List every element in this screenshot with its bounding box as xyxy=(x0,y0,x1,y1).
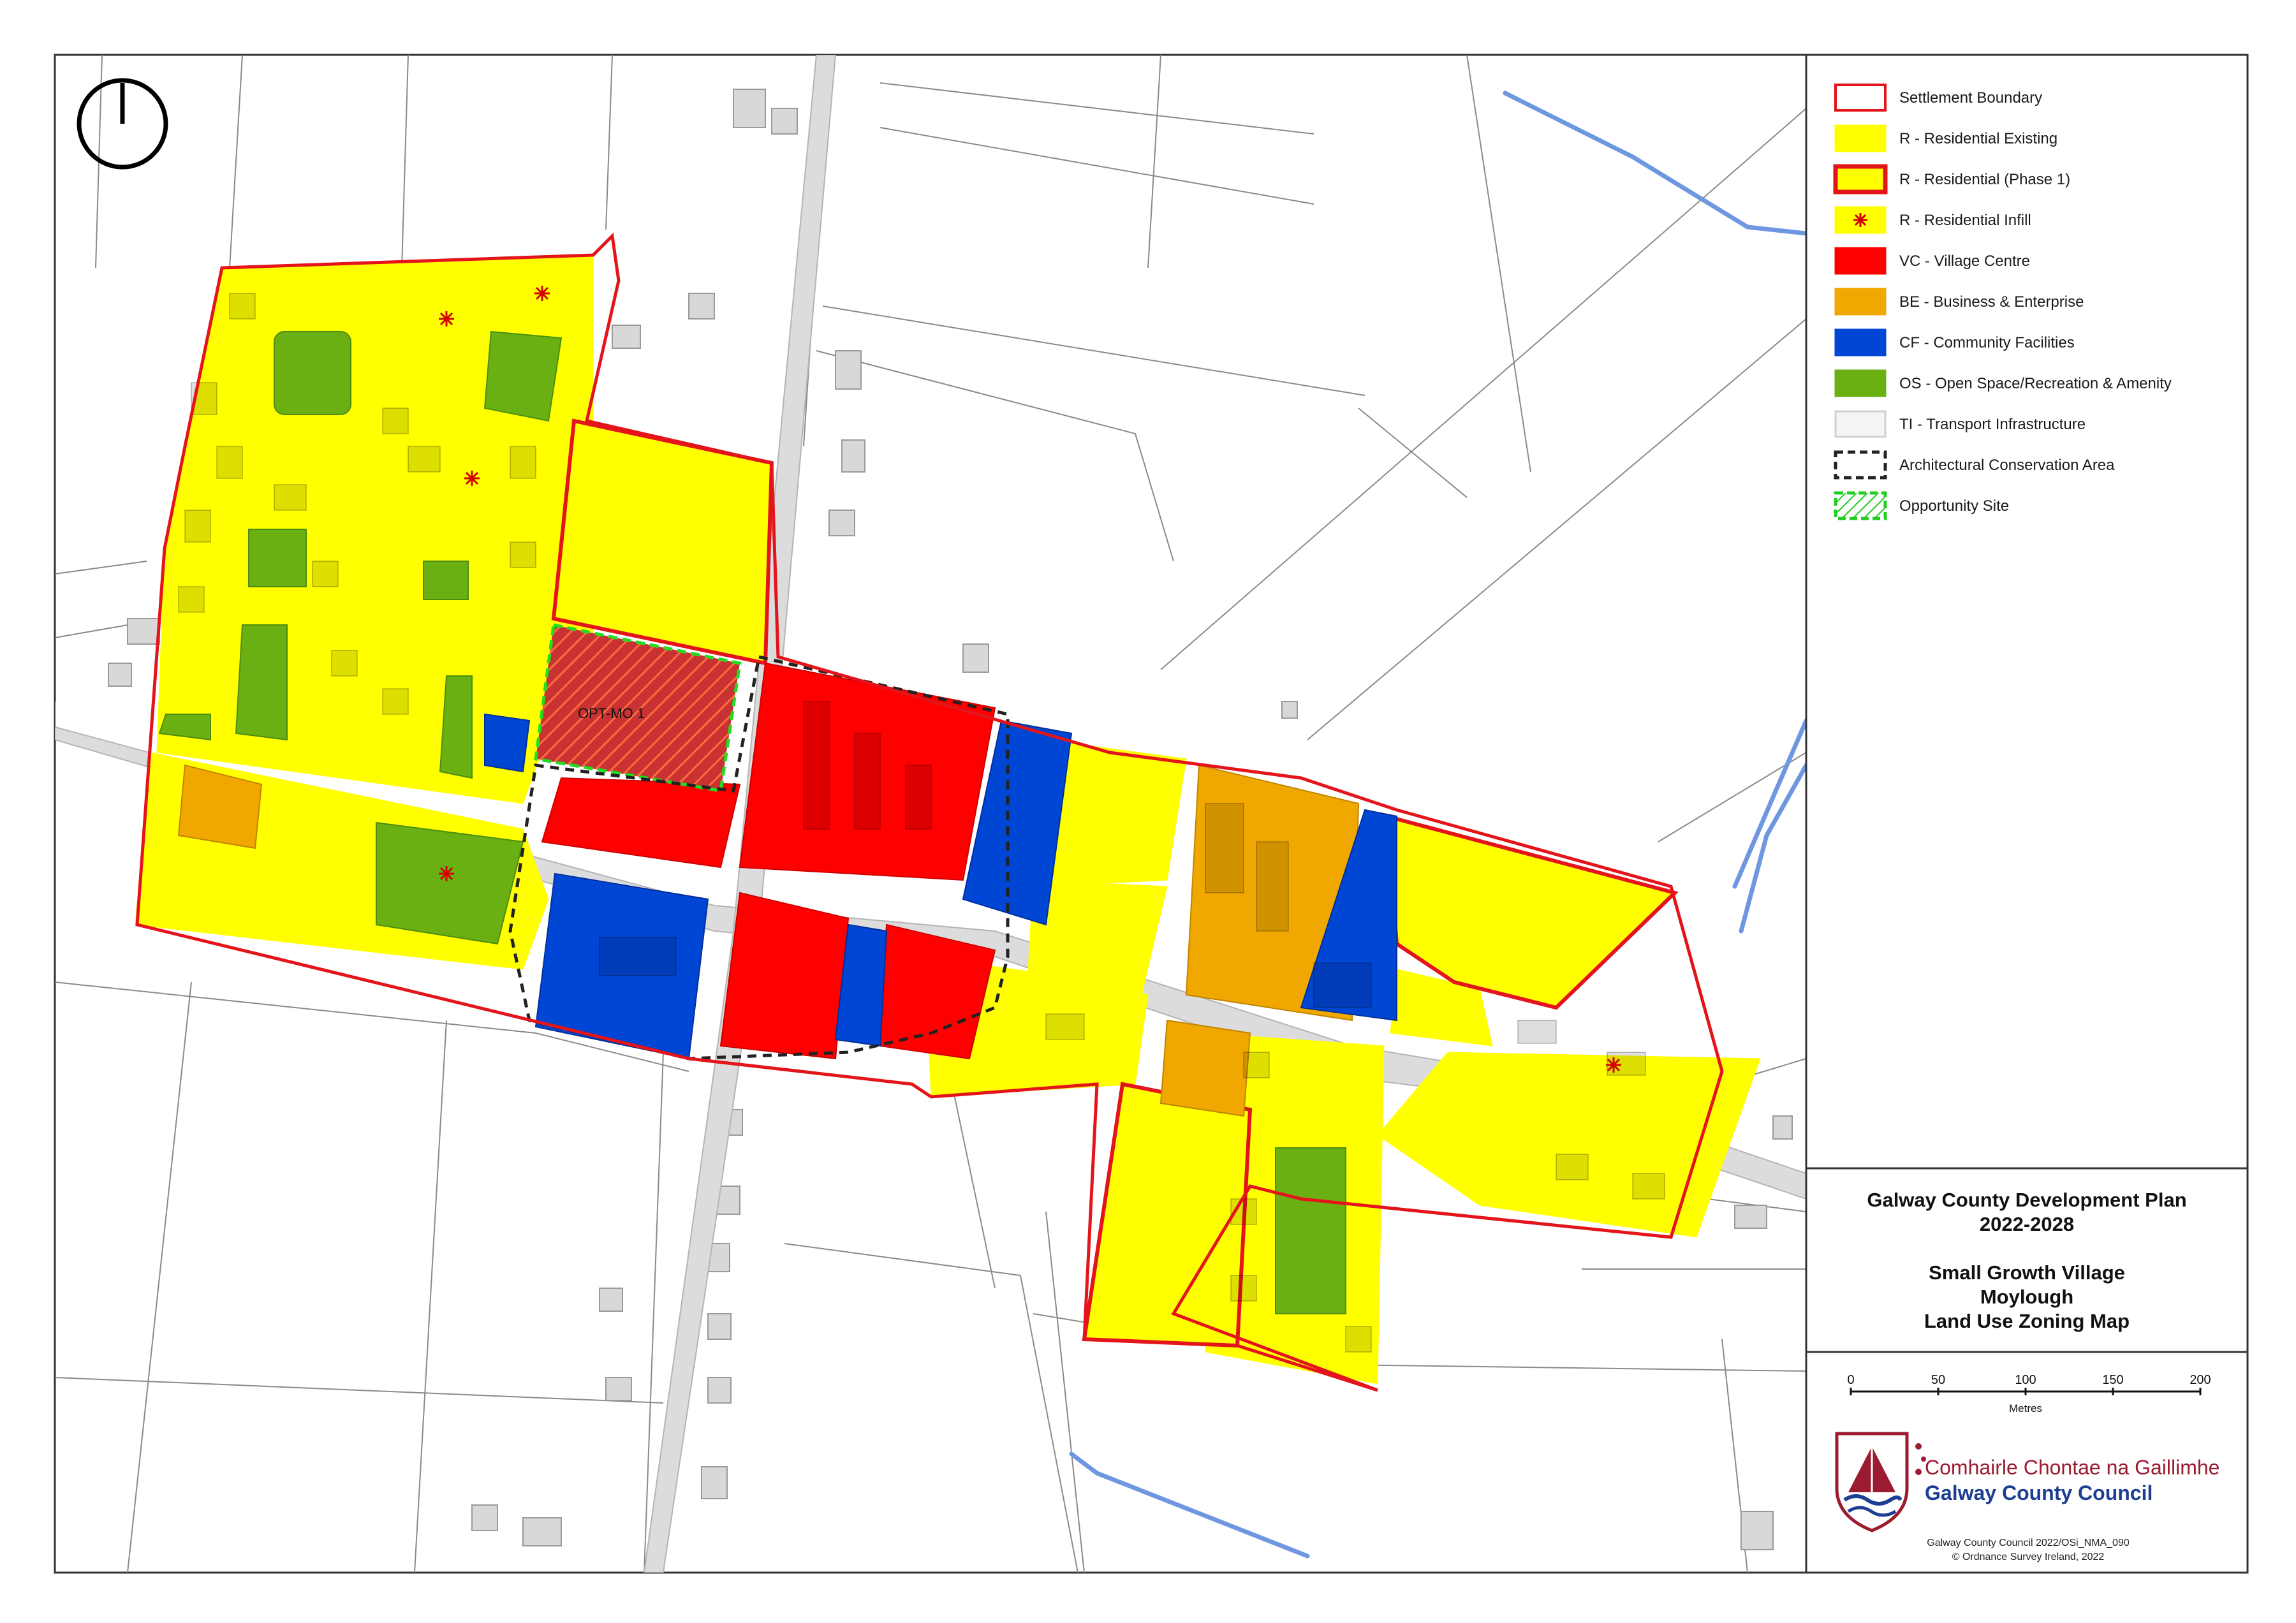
infill-marker-4 xyxy=(439,866,454,881)
asterisk-icon xyxy=(1853,213,1867,227)
legend-label: VC - Village Centre xyxy=(1899,253,2030,270)
legend-label: Architectural Conservation Area xyxy=(1899,457,2115,474)
council-name-english: Galway County Council xyxy=(1925,1481,2152,1504)
scale-tick-label: 200 xyxy=(2189,1373,2211,1387)
settlement-tier: Small Growth Village xyxy=(1929,1261,2125,1284)
legend-label: TI - Transport Infrastructure xyxy=(1899,416,2086,433)
scale-tick-label: 50 xyxy=(1931,1373,1945,1387)
infill-marker-1 xyxy=(439,311,454,327)
plan-title: Galway County Development Plan xyxy=(1867,1189,2186,1211)
scale-tick-label: 100 xyxy=(2015,1373,2036,1387)
council-name-irish: Comhairle Chontae na Gaillimhe xyxy=(1925,1456,2219,1479)
legend-label: R - Residential Infill xyxy=(1899,212,2031,229)
plan-period: 2022-2028 xyxy=(1980,1213,2074,1235)
legend-label: Opportunity Site xyxy=(1899,497,2009,515)
legend-label: BE - Business & Enterprise xyxy=(1899,293,2084,311)
credit-line-2: © Ordnance Survey Ireland, 2022 xyxy=(1952,1552,2105,1562)
infill-marker-2 xyxy=(534,286,550,301)
scale-unit: Metres xyxy=(2009,1402,2042,1414)
scale-tick-label: 0 xyxy=(1847,1373,1854,1387)
map-title: Land Use Zoning Map xyxy=(1924,1310,2130,1332)
scale-tick-label: 150 xyxy=(2102,1373,2123,1387)
legend-label: OS - Open Space/Recreation & Amenity xyxy=(1899,375,2172,392)
legend-label: CF - Community Facilities xyxy=(1899,334,2075,351)
infill-marker-5 xyxy=(1606,1057,1621,1073)
legend-label: Settlement Boundary xyxy=(1899,89,2042,106)
credit-line-1: Galway County Council 2022/OSi_NMA_090 xyxy=(1927,1538,2130,1548)
opportunity-site-label: OPT-MO 1 xyxy=(578,705,645,721)
settlement-name: Moylough xyxy=(1980,1286,2073,1308)
infill-marker-3 xyxy=(464,471,480,486)
legend-label: R - Residential Existing xyxy=(1899,130,2057,147)
zoning-map-sheet: OPT-MO 1 Settlement Boundary R - Residen… xyxy=(54,54,2249,1574)
legend-label: R - Residential (Phase 1) xyxy=(1899,171,2070,188)
